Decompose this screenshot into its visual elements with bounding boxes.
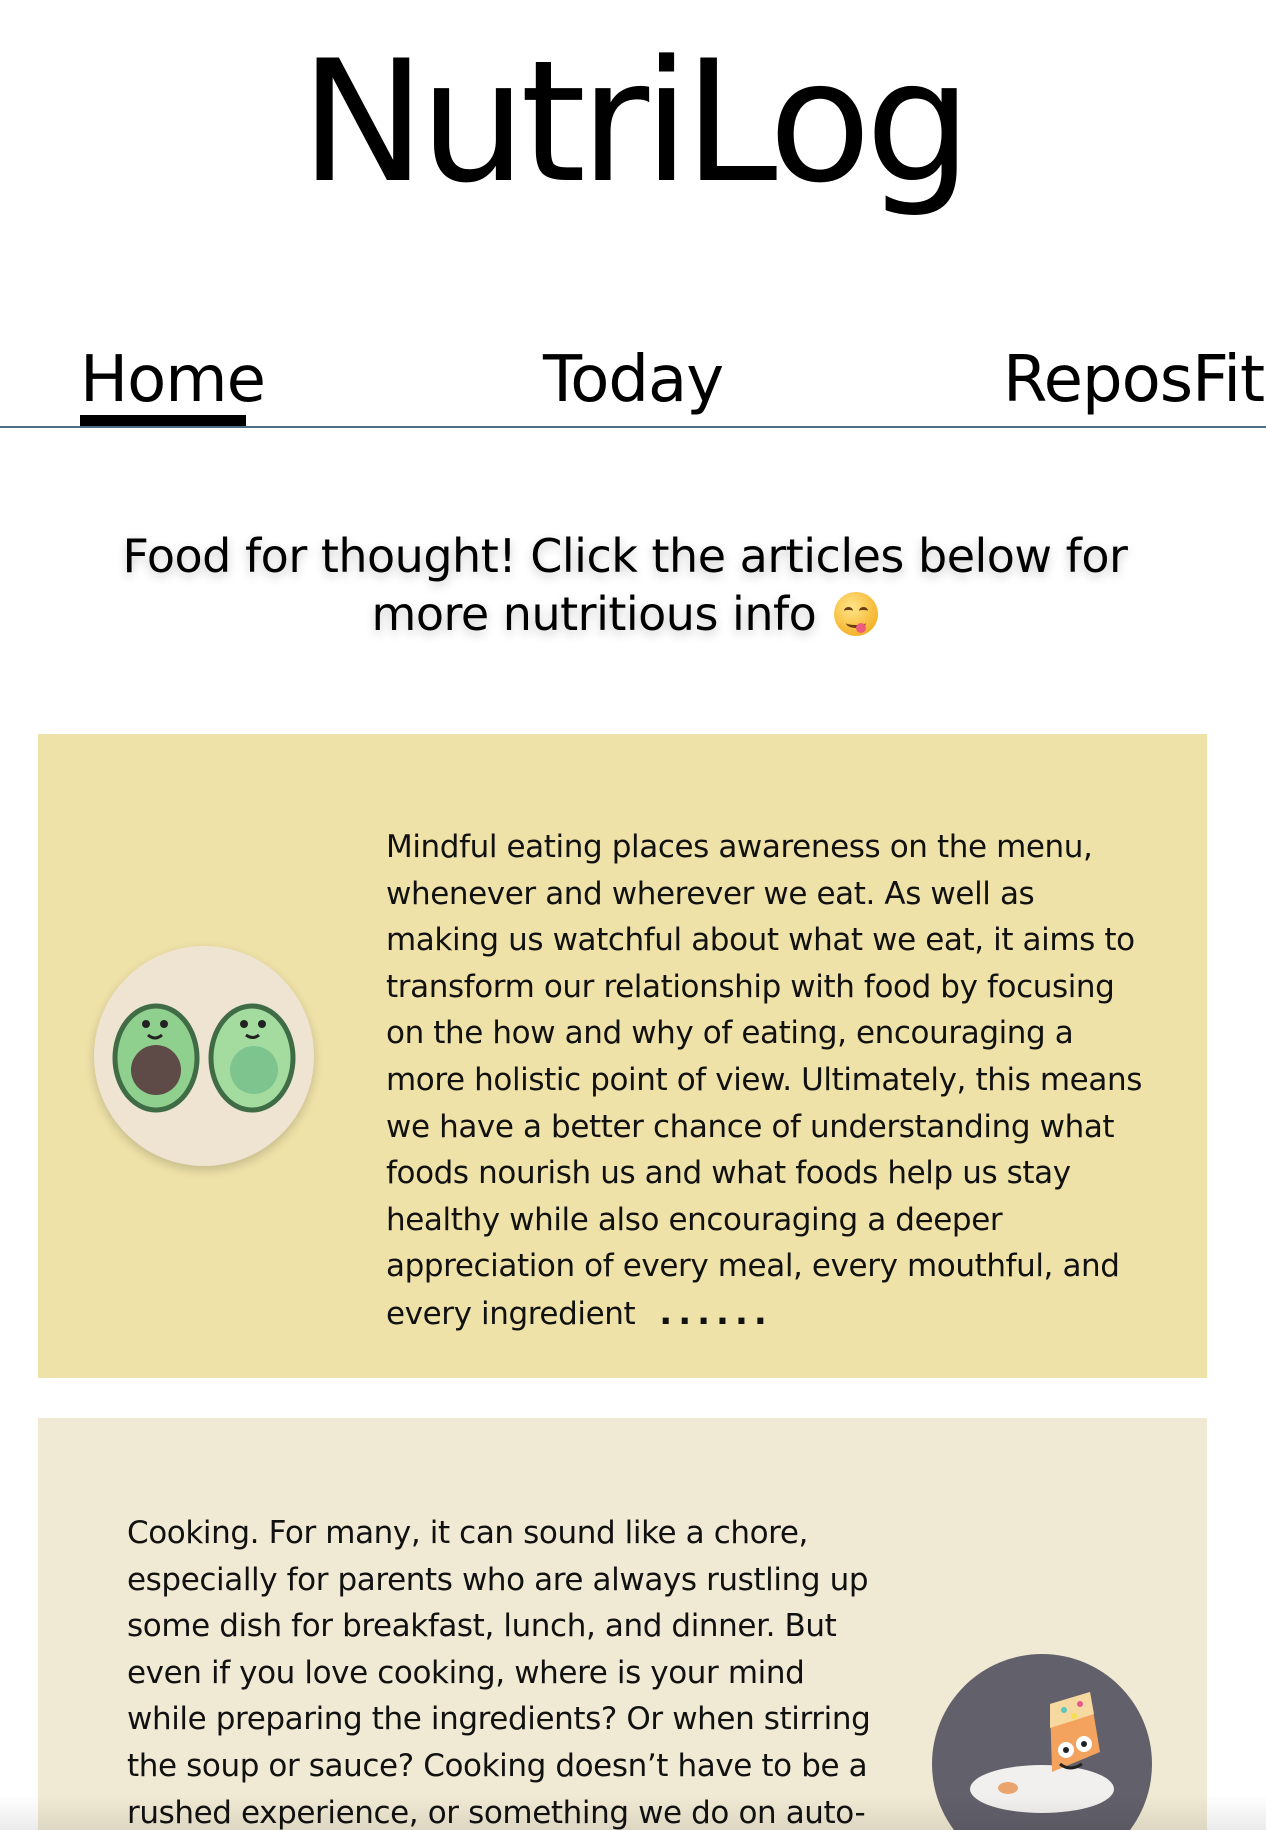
main-nav: Home Today ReposFit — [0, 330, 1266, 428]
avocado-pair-icon — [94, 946, 314, 1166]
article-card-cooking[interactable]: Cooking. For many, it can sound like a c… — [38, 1418, 1207, 1830]
article-body: Mindful eating places awareness on the m… — [386, 829, 1142, 1332]
article-text: Cooking. For many, it can sound like a c… — [127, 1515, 871, 1830]
app-title: NutriLog — [300, 24, 972, 220]
nav-today-tab[interactable]: Today — [543, 342, 724, 419]
yum-face-icon — [834, 592, 879, 637]
nav-home-tab[interactable]: Home — [80, 342, 266, 419]
read-more-dots[interactable]: ...... — [659, 1293, 773, 1333]
intro-message: Food for thought! Click the articles bel… — [122, 529, 1128, 642]
article-text: Mindful eating places awareness on the m… — [386, 824, 1146, 1338]
article-card-mindful-eating[interactable]: Mindful eating places awareness on the m… — [38, 734, 1207, 1378]
nav-reposfit-tab[interactable]: ReposFit — [1003, 342, 1265, 419]
intro-text: Food for thought! Click the articles bel… — [60, 527, 1190, 644]
active-tab-indicator — [80, 415, 246, 426]
scroll-fade — [0, 1795, 1266, 1830]
